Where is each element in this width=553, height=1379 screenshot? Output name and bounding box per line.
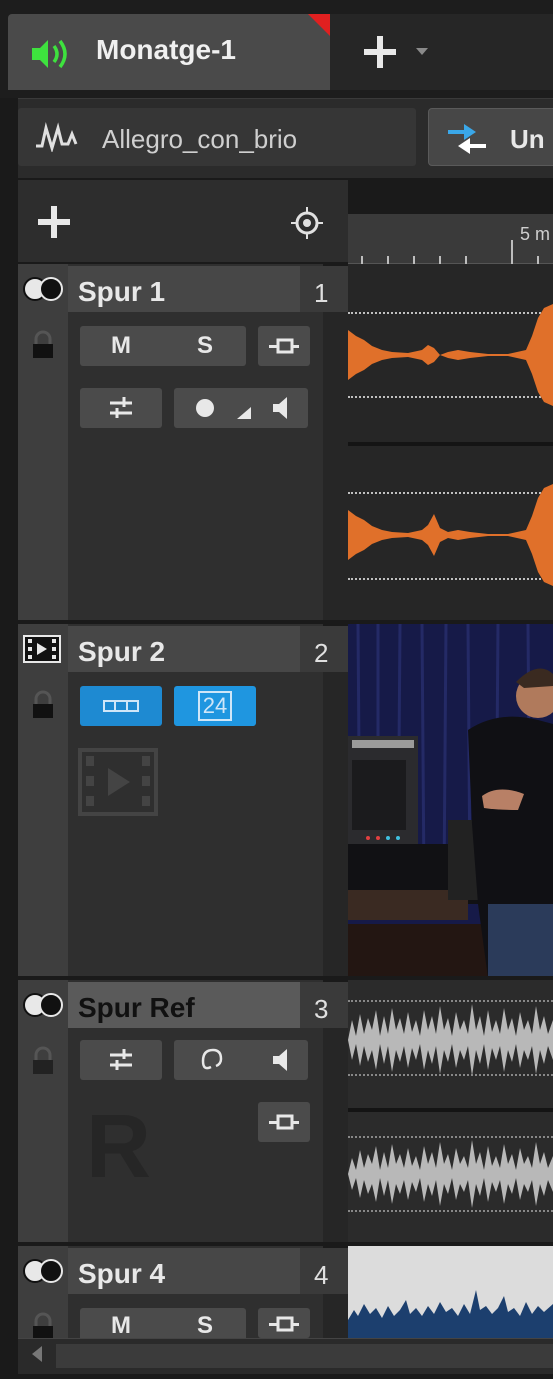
track-effects-button[interactable] <box>80 388 162 428</box>
waveform-right-channel <box>348 484 553 586</box>
stereo-icon[interactable] <box>22 992 66 1018</box>
frame-rate-button[interactable]: 24 <box>174 686 256 726</box>
track-4-number: 4 <box>314 1260 329 1290</box>
lock-icon[interactable] <box>30 1312 56 1338</box>
ref-lower-guide-r <box>348 1210 553 1212</box>
new-tab-button[interactable] <box>360 30 400 74</box>
track-3-number: 3 <box>314 994 329 1024</box>
solo-button[interactable]: S <box>164 1308 246 1339</box>
ref-waveform-right <box>348 1140 553 1208</box>
bypass-icon <box>269 1114 299 1130</box>
settings-icon <box>110 1049 132 1070</box>
lock-icon[interactable] <box>30 330 56 360</box>
track-2-strip <box>18 624 68 978</box>
plus-icon <box>364 36 396 68</box>
track-2-scroll[interactable] <box>323 672 348 978</box>
track-2-number: 2 <box>314 638 329 668</box>
stereo-icon[interactable] <box>22 1258 66 1284</box>
listen-monitor-group[interactable] <box>174 1040 308 1080</box>
track-1-scroll[interactable] <box>323 312 348 624</box>
track-1-strip <box>18 264 68 624</box>
sync-button-label: Un <box>510 124 545 154</box>
audio-file-name: Allegro_con_brio <box>102 124 298 154</box>
add-track-icon[interactable] <box>36 204 72 240</box>
bypass-icon <box>269 1316 299 1332</box>
track-2-name: Spur 2 <box>78 636 166 667</box>
window-left-border <box>6 98 18 1379</box>
tab-title: Monatge-1 <box>96 34 236 65</box>
lock-icon[interactable] <box>30 1046 56 1076</box>
video-film-icon[interactable] <box>22 634 62 664</box>
lock-icon[interactable] <box>30 690 56 720</box>
track-3-scroll[interactable] <box>323 1028 348 1242</box>
dropdown-arrow-icon[interactable] <box>414 46 430 56</box>
channel-divider <box>348 1108 553 1112</box>
track-4-name: Spur 4 <box>78 1258 166 1289</box>
video-frame-image <box>348 624 553 978</box>
frame-rate-label: 24 <box>197 691 233 721</box>
bypass-button[interactable] <box>258 326 310 366</box>
ear-monitor-icons <box>201 1048 287 1071</box>
mute-button[interactable]: M <box>80 326 162 366</box>
speaker-icon <box>32 39 67 69</box>
modified-indicator <box>308 14 330 36</box>
track-1-name: Spur 1 <box>78 276 166 307</box>
reference-track-letter: R <box>86 1097 151 1197</box>
ear-icon <box>201 1048 223 1070</box>
record-level-icons <box>196 397 287 419</box>
track-effects-button[interactable] <box>80 1040 162 1080</box>
track-3-name: Spur Ref <box>78 992 195 1023</box>
track-1-number: 1 <box>314 278 329 308</box>
waveform-icon <box>36 122 78 152</box>
record-icon <box>196 399 214 417</box>
bypass-button[interactable] <box>258 1308 310 1338</box>
monitor-speaker-icon <box>273 1049 287 1071</box>
video-thumbnail-mode-button[interactable] <box>80 686 162 726</box>
filmstrip-icon <box>103 700 139 712</box>
scroll-left-arrow-icon[interactable] <box>32 1346 42 1362</box>
solo-button[interactable]: S <box>164 326 246 366</box>
level-icon <box>237 407 251 419</box>
bypass-icon <box>269 338 299 354</box>
track-4-scroll[interactable] <box>323 1294 348 1338</box>
locate-icon[interactable] <box>290 206 324 240</box>
monitor-speaker-icon <box>273 397 287 419</box>
video-clip-thumbnail[interactable] <box>348 624 553 978</box>
channel-divider <box>348 442 553 446</box>
record-monitor-group[interactable] <box>174 388 308 428</box>
ruler-time-label: 5 m <box>520 224 551 244</box>
video-placeholder-icon <box>78 748 158 816</box>
waveform-left-channel <box>348 304 553 406</box>
swap-arrows-icon <box>448 124 486 154</box>
ref-upper-guide-r <box>348 1136 553 1138</box>
track-3-strip <box>18 980 68 1242</box>
mute-button[interactable]: M <box>80 1308 162 1339</box>
ref-upper-guide <box>348 1000 553 1002</box>
bypass-button[interactable] <box>258 1102 310 1142</box>
ref-lower-guide <box>348 1074 553 1076</box>
track-4-waveform <box>348 1290 553 1338</box>
stereo-icon[interactable] <box>22 276 66 302</box>
settings-icon <box>110 397 132 418</box>
horizontal-scroll-thumb[interactable] <box>56 1344 553 1368</box>
